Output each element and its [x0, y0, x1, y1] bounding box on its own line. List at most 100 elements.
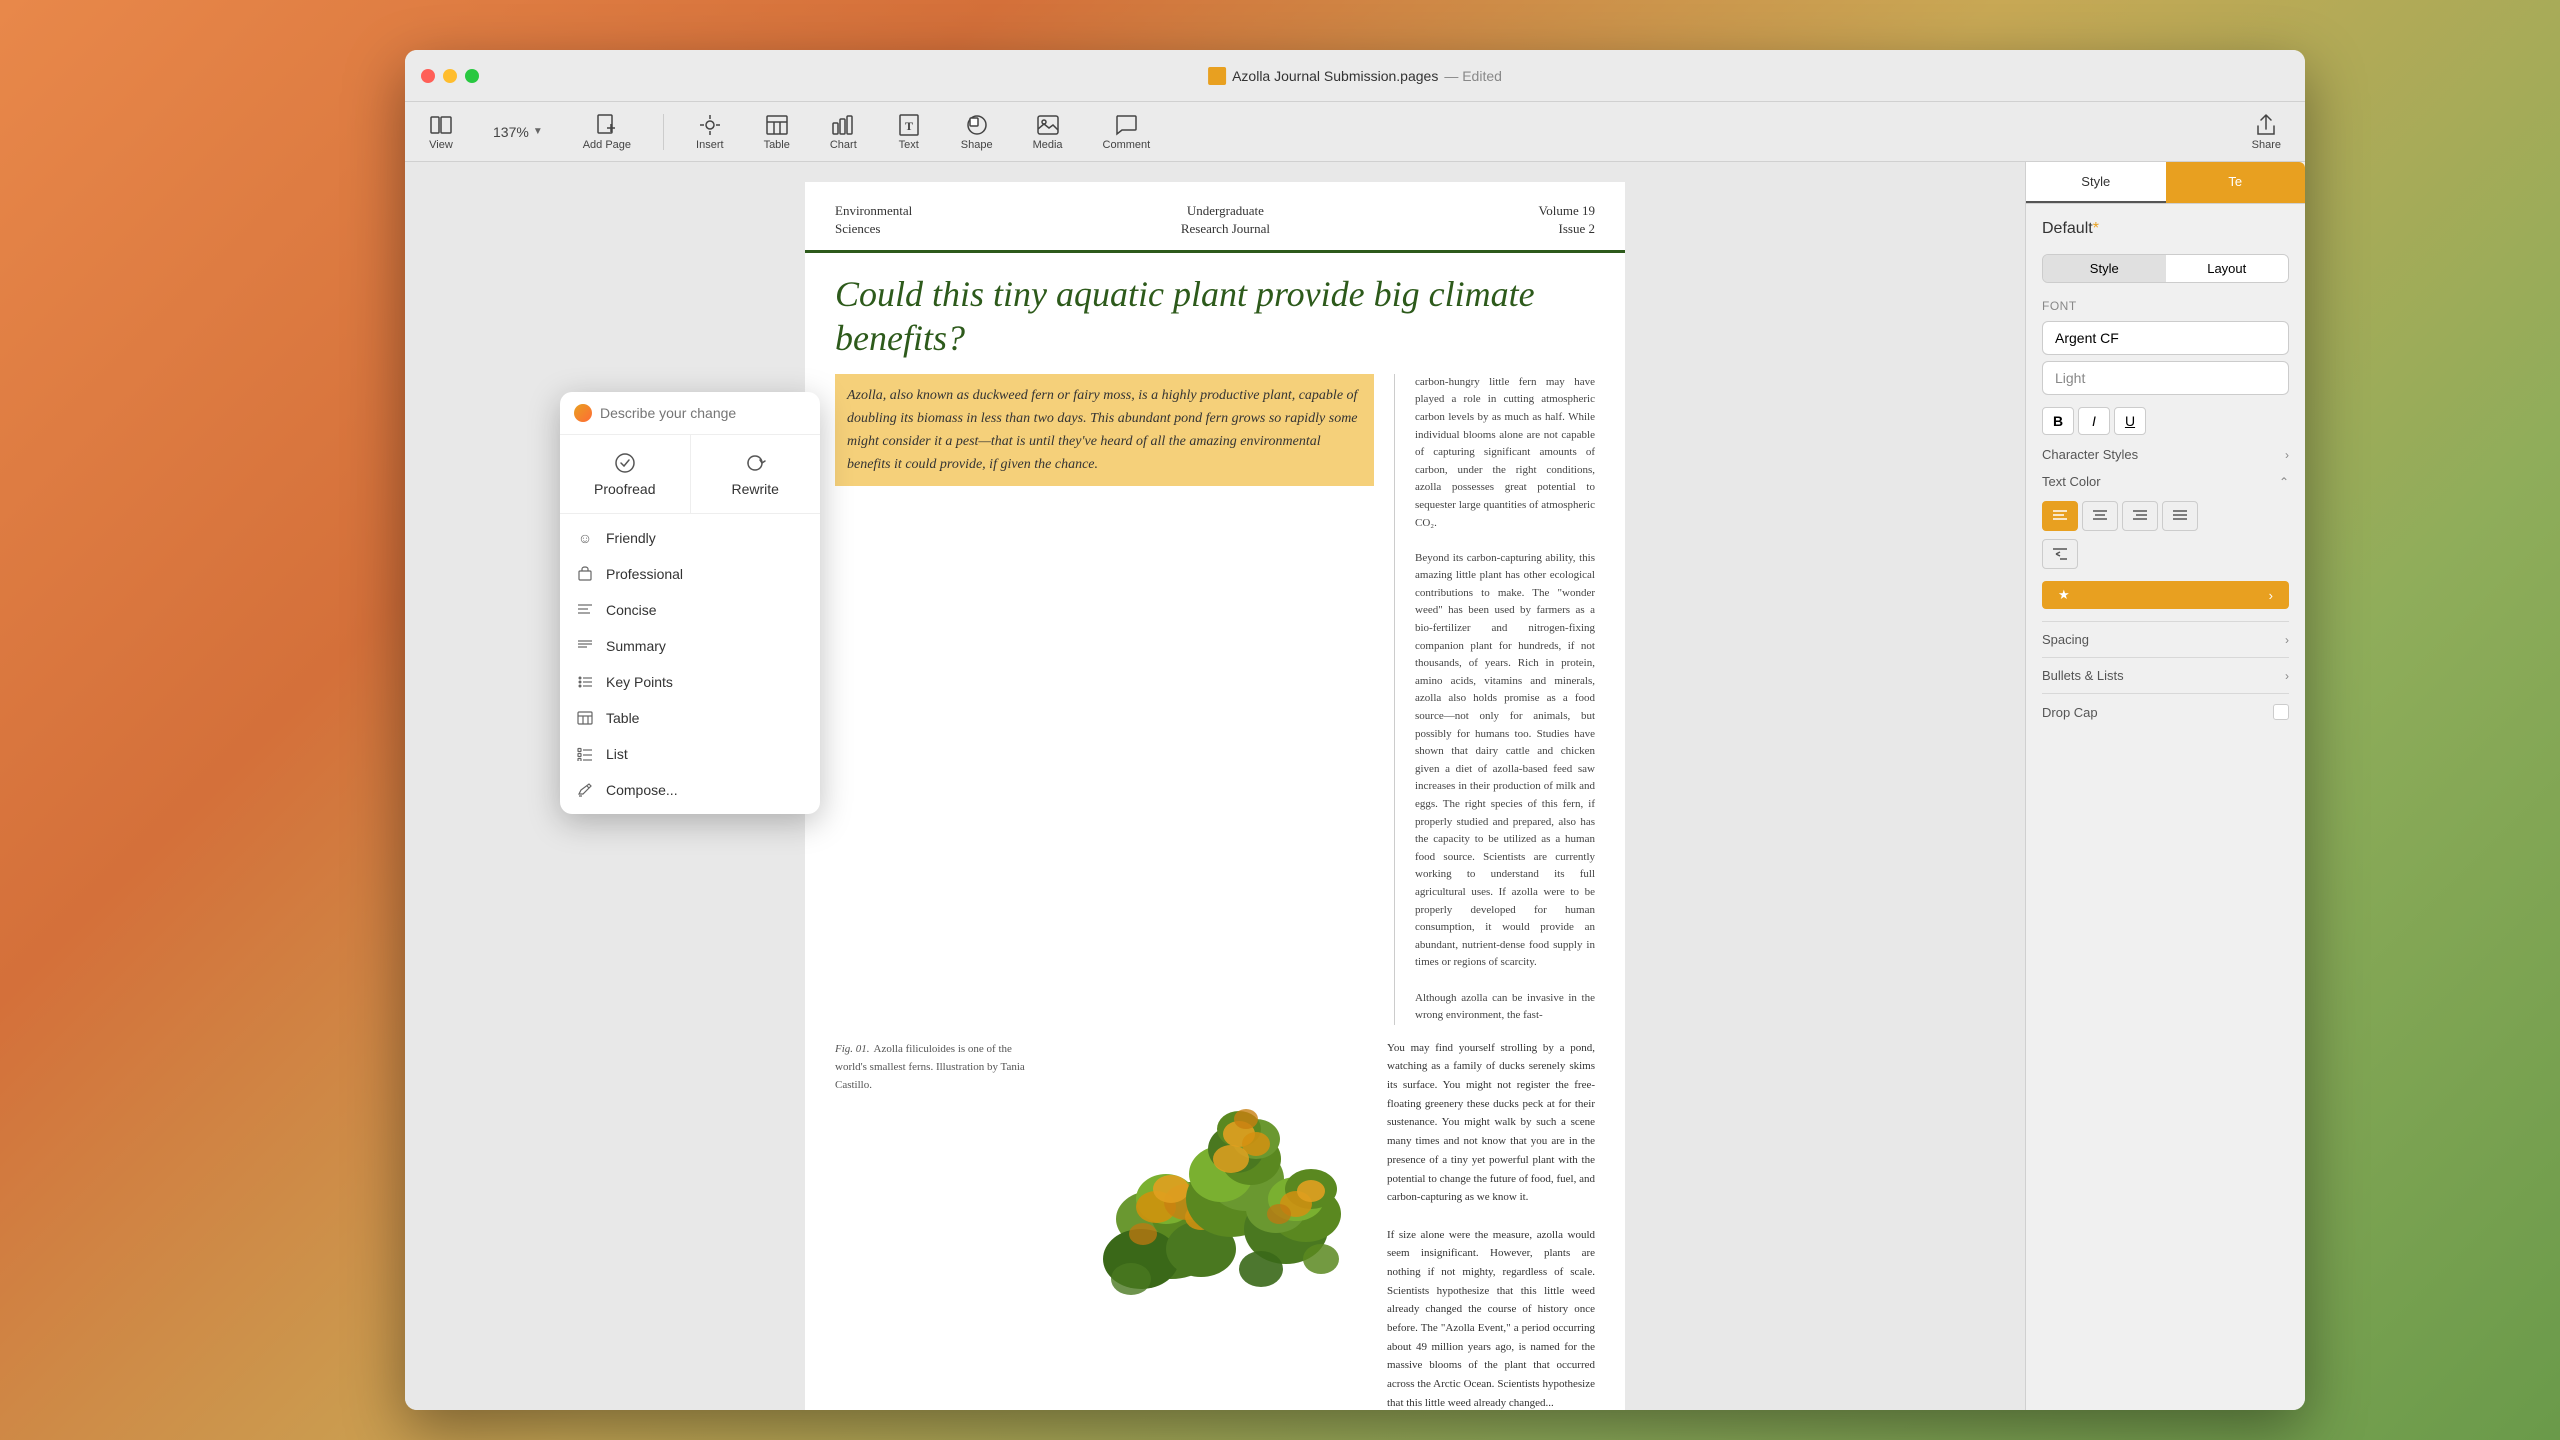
share-icon: [2254, 113, 2278, 137]
list-icon: [576, 745, 594, 763]
list-item[interactable]: List: [560, 736, 820, 772]
style-subtab[interactable]: Style: [2043, 255, 2166, 282]
zoom-control[interactable]: 137% ▼: [485, 120, 551, 144]
italic-button[interactable]: I: [2078, 407, 2110, 435]
rewrite-button[interactable]: Rewrite: [691, 435, 821, 513]
font-name-selector[interactable]: Argent CF: [2042, 321, 2289, 355]
summary-icon: [576, 637, 594, 655]
maximize-button[interactable]: [465, 69, 479, 83]
image-caption: Fig. 01. Azolla filiculoides is one of t…: [835, 1039, 1035, 1410]
key-points-item[interactable]: Key Points: [560, 664, 820, 700]
comment-icon: [1114, 113, 1138, 137]
key-points-label: Key Points: [606, 674, 673, 690]
concise-icon: [576, 601, 594, 619]
rewrite-icon: [743, 451, 767, 475]
char-styles-row: Character Styles ›: [2042, 447, 2289, 462]
alignment-row: [2042, 501, 2289, 531]
window-title: Azolla Journal Submission.pages: [1232, 68, 1438, 84]
shape-label: Shape: [961, 139, 993, 151]
zoom-chevron-icon: ▼: [533, 126, 543, 137]
spacing-label: Spacing: [2042, 632, 2089, 647]
ai-writing-popup: Proofread Rewrite: [560, 392, 820, 814]
table-icon: [765, 113, 789, 137]
text-button[interactable]: T Text: [889, 109, 929, 155]
share-button[interactable]: Share: [2244, 109, 2289, 155]
dropcap-checkbox[interactable]: [2273, 704, 2289, 720]
format-panel: Style Te Default* Style Layout Font Arge…: [2025, 162, 2305, 1410]
minimize-button[interactable]: [443, 69, 457, 83]
table-menu-icon: [576, 709, 594, 727]
compose-label: Compose...: [606, 782, 678, 798]
bold-button[interactable]: B: [2042, 407, 2074, 435]
view-button[interactable]: View: [421, 109, 461, 155]
comment-button[interactable]: Comment: [1095, 109, 1159, 155]
table-button[interactable]: Table: [756, 109, 798, 155]
add-page-button[interactable]: Add Page: [575, 109, 639, 155]
underline-button[interactable]: U: [2114, 407, 2146, 435]
style-layout-tabs: Style Layout: [2042, 254, 2289, 283]
table-menu-label: Table: [606, 710, 639, 726]
table-label: Table: [764, 139, 790, 151]
dropcap-row: Drop Cap: [2042, 693, 2289, 730]
format-content: Default* Style Layout Font Argent CF Lig…: [2026, 204, 2305, 1410]
sidebar-text: carbon-hungry little fern may have playe…: [1395, 374, 1595, 1025]
header-issue: Issue 2: [1539, 220, 1595, 238]
header-vol: Volume 19: [1539, 202, 1595, 220]
ai-search-input[interactable]: [600, 405, 806, 421]
concise-item[interactable]: Concise: [560, 592, 820, 628]
comment-label: Comment: [1103, 139, 1151, 151]
summary-label: Summary: [606, 638, 666, 654]
spacing-chevron-icon: ›: [2285, 633, 2289, 647]
compose-item[interactable]: Compose...: [560, 772, 820, 808]
align-center-button[interactable]: [2082, 501, 2118, 531]
align-right-button[interactable]: [2122, 501, 2158, 531]
align-justify-button[interactable]: [2162, 501, 2198, 531]
friendly-item[interactable]: ☺ Friendly: [560, 520, 820, 556]
dropcap-label: Drop Cap: [2042, 705, 2098, 720]
indent-increase-button[interactable]: [2042, 539, 2078, 569]
format-tabs: Style Te: [2026, 162, 2305, 204]
text-color-label: Text Color: [2042, 474, 2101, 489]
zoom-label: 137%: [493, 124, 529, 140]
journal-header-center: Undergraduate Research Journal: [1181, 202, 1270, 238]
action-arrow-icon: ›: [2269, 588, 2273, 603]
header-env-sci-1: Environmental: [835, 202, 912, 220]
close-button[interactable]: [421, 69, 435, 83]
highlighted-paragraph: Azolla, also known as duckweed fern or f…: [835, 374, 1374, 486]
orange-action-button[interactable]: ★ ›: [2042, 581, 2289, 609]
shape-button[interactable]: Shape: [953, 109, 1001, 155]
font-weight-selector[interactable]: Light: [2042, 361, 2289, 395]
text-tab[interactable]: Te: [2166, 162, 2306, 203]
media-button[interactable]: Media: [1025, 109, 1071, 155]
align-left-button[interactable]: [2042, 501, 2078, 531]
document-area[interactable]: Environmental Sciences Undergraduate Res…: [405, 162, 2025, 1410]
edited-label: — Edited: [1444, 68, 1502, 84]
ai-menu-items: ☺ Friendly Professional: [560, 514, 820, 814]
table-item[interactable]: Table: [560, 700, 820, 736]
media-icon: [1036, 113, 1060, 137]
indent-row: [2042, 539, 2289, 569]
insert-button[interactable]: Insert: [688, 109, 732, 155]
traffic-lights: [421, 69, 479, 83]
concise-label: Concise: [606, 602, 657, 618]
proofread-button[interactable]: Proofread: [560, 435, 691, 513]
layout-subtab[interactable]: Layout: [2166, 255, 2289, 282]
insert-icon: [698, 113, 722, 137]
friendly-label: Friendly: [606, 530, 656, 546]
asterisk: *: [2093, 220, 2099, 237]
bullets-row[interactable]: Bullets & Lists ›: [2042, 657, 2289, 693]
style-tab[interactable]: Style: [2026, 162, 2166, 203]
professional-item[interactable]: Professional: [560, 556, 820, 592]
text-color-row: Text Color ⌃: [2042, 474, 2289, 489]
ai-search-bar[interactable]: [560, 392, 820, 435]
font-section-label: Font: [2042, 299, 2289, 313]
rewrite-label: Rewrite: [732, 481, 779, 497]
summary-item[interactable]: Summary: [560, 628, 820, 664]
add-page-icon: [595, 113, 619, 137]
bullets-label: Bullets & Lists: [2042, 668, 2124, 683]
professional-icon: [576, 565, 594, 583]
professional-label: Professional: [606, 566, 683, 582]
toolbar: View 137% ▼ Add Page: [405, 102, 2305, 162]
spacing-row[interactable]: Spacing ›: [2042, 621, 2289, 657]
chart-button[interactable]: Chart: [822, 109, 865, 155]
